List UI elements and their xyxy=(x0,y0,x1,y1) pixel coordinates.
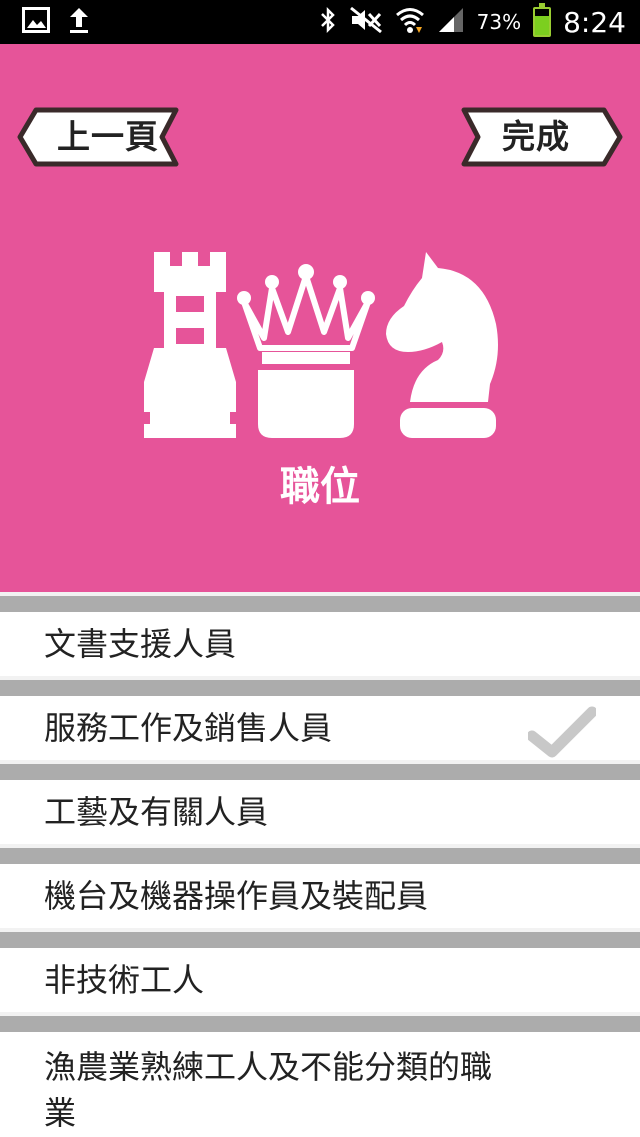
list-item-label: 漁農業熟練工人及不能分類的職業 xyxy=(44,1048,493,1132)
chess-icons xyxy=(140,252,500,438)
list-item-label: 文書支援人員 xyxy=(44,625,237,663)
list-divider xyxy=(0,928,640,948)
done-button[interactable]: 完成 xyxy=(460,106,624,168)
list-divider xyxy=(0,1012,640,1032)
battery-percent: 73% xyxy=(476,10,522,34)
list-item-label: 機台及機器操作員及裝配員 xyxy=(44,877,429,915)
image-icon xyxy=(22,7,50,37)
checkmark-icon xyxy=(526,706,598,762)
list-item-label: 服務工作及銷售人員 xyxy=(44,709,333,747)
rook-icon xyxy=(144,252,236,438)
list-divider xyxy=(0,592,640,612)
list-item[interactable]: 機台及機器操作員及裝配員 xyxy=(0,864,640,928)
bluetooth-icon xyxy=(319,6,337,38)
clock: 8:24 xyxy=(563,5,626,39)
list-divider xyxy=(0,676,640,696)
list-divider xyxy=(0,844,640,864)
back-button[interactable]: 上一頁 xyxy=(16,106,180,168)
signal-icon xyxy=(437,6,465,38)
done-button-label: 完成 xyxy=(502,117,570,156)
list-item-label: 工藝及有關人員 xyxy=(44,793,269,831)
list-item[interactable]: 文書支援人員 xyxy=(0,612,640,676)
list-item[interactable]: 非技術工人 xyxy=(0,948,640,1012)
status-bar: 73% 8:24 xyxy=(0,0,640,44)
list-item[interactable]: 工藝及有關人員 xyxy=(0,780,640,844)
list-item[interactable]: 服務工作及銷售人員 xyxy=(0,696,640,760)
crown-icon xyxy=(237,264,375,438)
header: 上一頁 完成 職位 xyxy=(0,44,640,592)
back-button-label: 上一頁 xyxy=(57,117,159,156)
list-item[interactable]: 漁農業熟練工人及不能分類的職業 xyxy=(0,1032,640,1136)
battery-icon xyxy=(533,3,552,37)
upload-icon xyxy=(68,6,90,38)
list-item-label: 非技術工人 xyxy=(44,961,205,999)
list-divider xyxy=(0,760,640,780)
page-title: 職位 xyxy=(280,464,360,510)
mute-icon xyxy=(349,6,383,38)
knight-icon xyxy=(386,252,498,438)
occupation-list: 文書支援人員 服務工作及銷售人員 工藝及有關人員 機台及機器操作員及裝配員 非技… xyxy=(0,592,640,1136)
wifi-icon xyxy=(395,6,425,38)
